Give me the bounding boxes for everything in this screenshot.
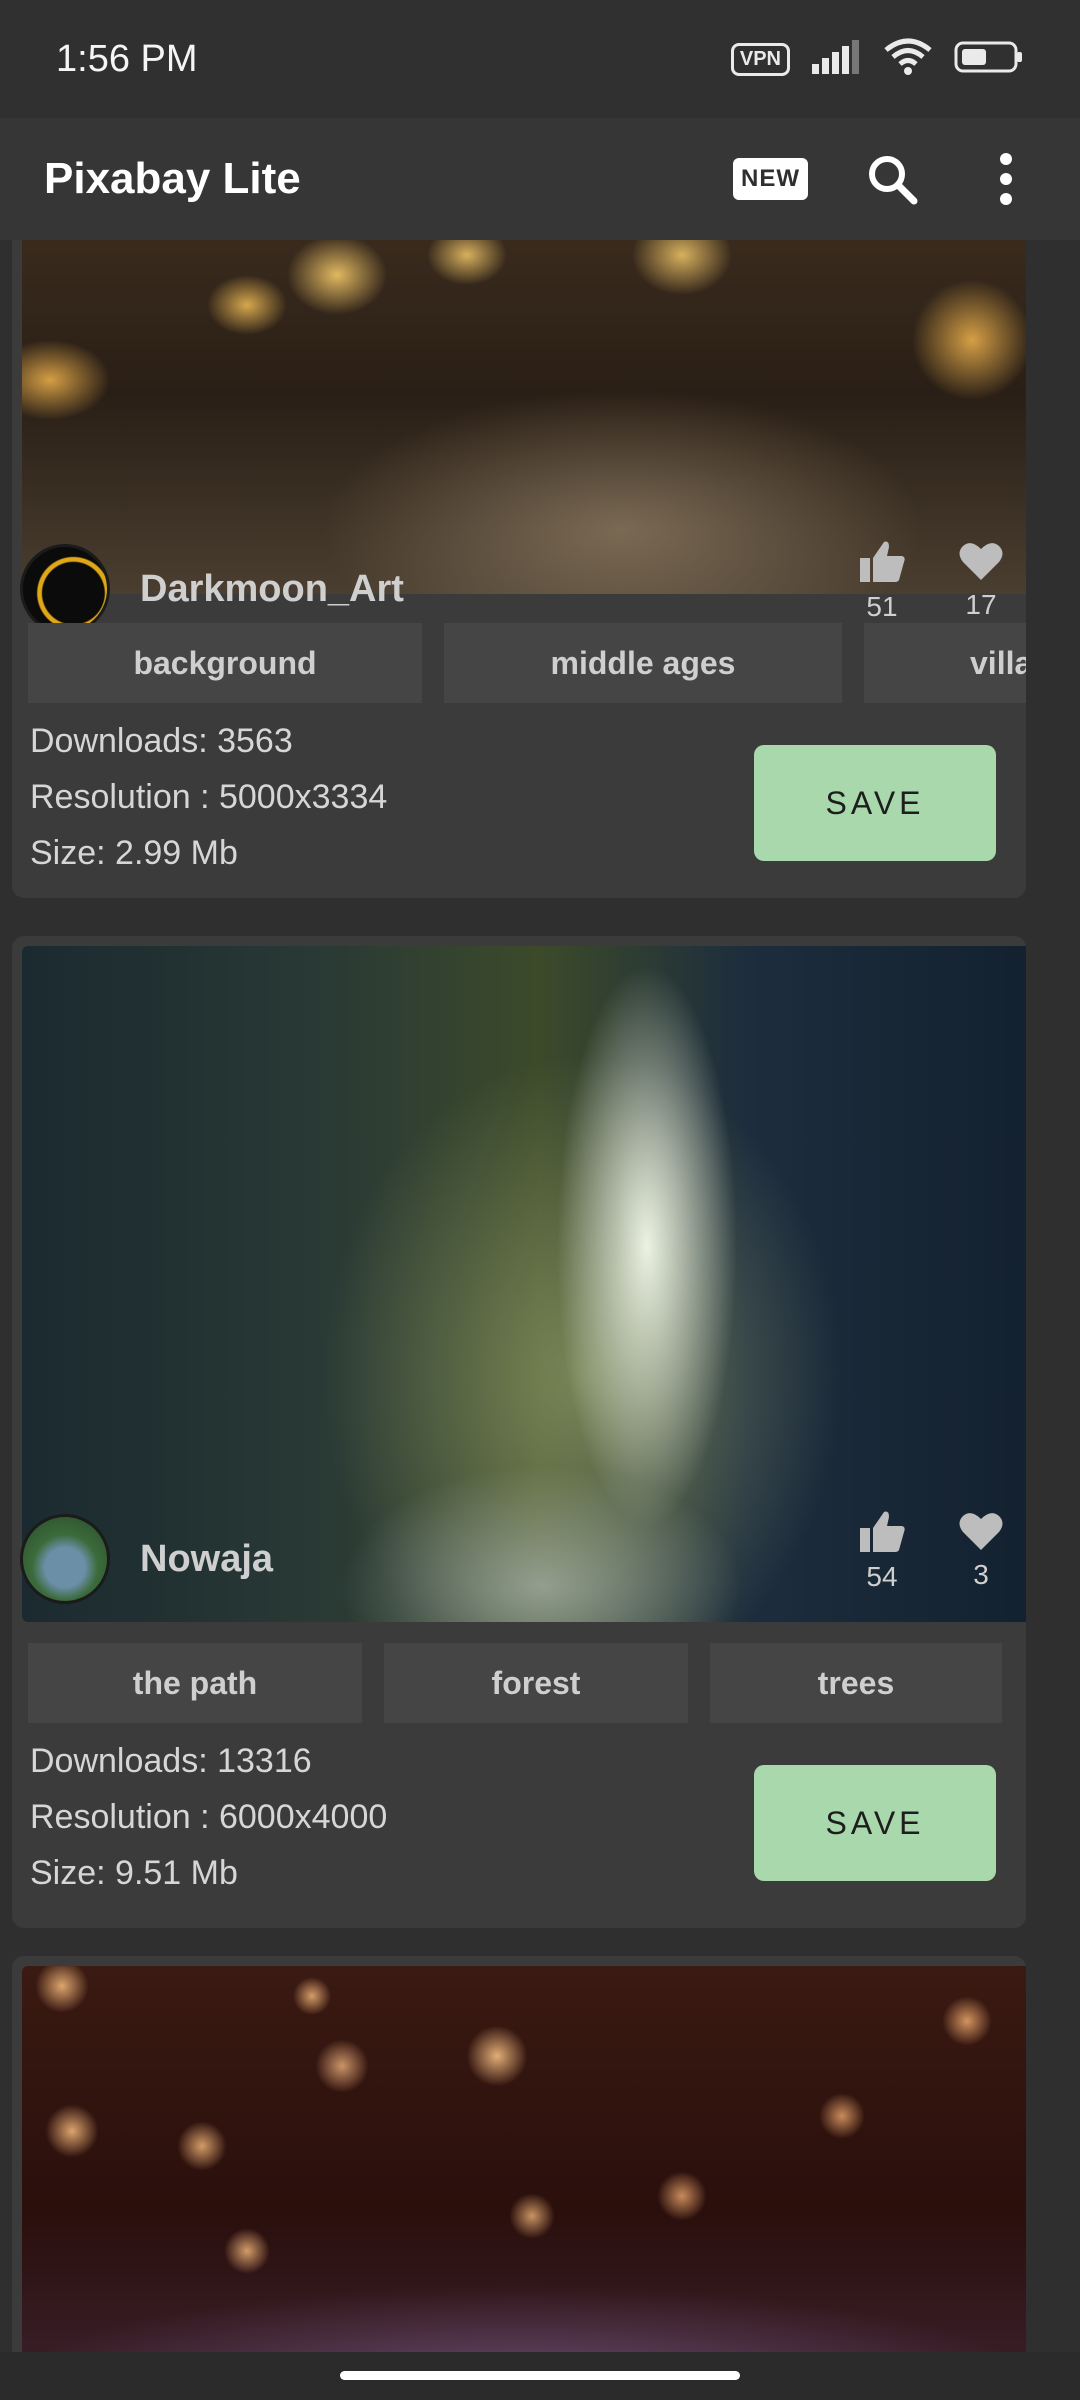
image-info: Downloads: 13316 Resolution : 6000x4000 …	[30, 1733, 387, 1901]
tag-chip[interactable]: trees	[710, 1643, 1002, 1723]
image-card: Darkmoon_Art 51 17 background middle age…	[12, 240, 1026, 898]
resolution-text: Resolution : 6000x4000	[30, 1798, 388, 1836]
app-bar: Pixabay Lite NEW	[0, 118, 1080, 240]
heart-icon	[958, 1510, 1004, 1557]
save-button[interactable]: SAVE	[754, 1765, 996, 1881]
status-time: 1:56 PM	[56, 37, 198, 80]
likes-count: 54	[866, 1561, 898, 1592]
status-icons: VPN	[730, 38, 1024, 81]
image-card	[12, 1956, 1026, 2352]
wifi-icon	[884, 38, 932, 81]
vpn-icon: VPN	[730, 42, 790, 76]
battery-icon	[954, 40, 1024, 79]
size-text: Size: 2.99 Mb	[30, 834, 238, 872]
likes-count: 51	[866, 591, 898, 622]
downloads-text: Downloads: 3563	[30, 722, 293, 760]
favorites-stat[interactable]: 3	[958, 1510, 1004, 1593]
app-title: Pixabay Lite	[44, 154, 301, 203]
thumb-up-icon	[858, 1510, 906, 1559]
save-button[interactable]: SAVE	[754, 745, 996, 861]
photo-stats: 54 3	[858, 1510, 1004, 1593]
tag-chip[interactable]: background	[28, 623, 422, 703]
favorites-count: 17	[965, 589, 997, 620]
home-indicator[interactable]	[340, 2371, 740, 2380]
likes-stat[interactable]: 51	[858, 540, 906, 623]
new-icon[interactable]: NEW	[733, 158, 808, 200]
screen: 1:56 PM VPN Pixabay Lite NEW Darkmoon_Ar…	[0, 0, 1080, 2400]
photo-owner[interactable]: Darkmoon_Art	[20, 544, 404, 634]
tag-chip[interactable]: the path	[28, 1643, 362, 1723]
signal-icon	[812, 39, 862, 79]
favorites-stat[interactable]: 17	[958, 540, 1004, 623]
tag-chip[interactable]: middle ages	[444, 623, 842, 703]
photo-stats: 51 17	[858, 540, 1004, 623]
tag-list[interactable]: the path forest trees	[28, 1643, 1002, 1723]
avatar[interactable]	[20, 1514, 110, 1604]
image-feed[interactable]: Darkmoon_Art 51 17 background middle age…	[0, 240, 1080, 2352]
tag-chip[interactable]: forest	[384, 1643, 688, 1723]
thumb-up-icon	[858, 540, 906, 589]
photo-bokeh-lights[interactable]	[22, 1966, 1026, 2352]
downloads-text: Downloads: 13316	[30, 1742, 312, 1780]
size-text: Size: 9.51 Mb	[30, 1854, 238, 1892]
owner-name[interactable]: Nowaja	[140, 1538, 273, 1581]
avatar[interactable]	[20, 544, 110, 634]
tag-chip[interactable]: village	[864, 623, 1026, 703]
image-info: Downloads: 3563 Resolution : 5000x3334 S…	[30, 713, 387, 881]
image-card: Nowaja 54 3 the path forest trees Downlo…	[12, 936, 1026, 1928]
photo-owner[interactable]: Nowaja	[20, 1514, 273, 1604]
owner-name[interactable]: Darkmoon_Art	[140, 568, 404, 611]
app-actions: NEW	[733, 149, 1080, 209]
tag-list[interactable]: background middle ages village	[28, 623, 1026, 703]
resolution-text: Resolution : 5000x3334	[30, 778, 388, 816]
favorites-count: 3	[973, 1559, 989, 1590]
heart-icon	[958, 540, 1004, 587]
status-bar: 1:56 PM VPN	[0, 0, 1080, 118]
search-icon[interactable]	[862, 149, 922, 209]
more-vert-icon[interactable]	[976, 149, 1036, 209]
likes-stat[interactable]: 54	[858, 1510, 906, 1593]
